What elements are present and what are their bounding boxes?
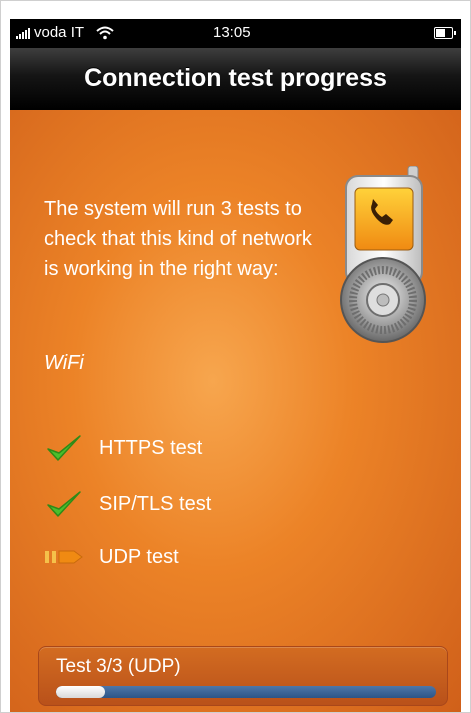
secure-phone-illustration-icon <box>340 166 426 343</box>
check-icon <box>44 488 84 520</box>
network-type-label: WiFi <box>44 352 84 374</box>
test-label: HTTPS test <box>99 436 203 459</box>
test-label: SIP/TLS test <box>99 492 212 515</box>
status-bar: voda IT 13:05 <box>10 19 461 48</box>
signal-strength-icon <box>16 27 30 39</box>
navigation-bar: Connection test progress <box>10 48 461 110</box>
progress-label: Test 3/3 (UDP) <box>56 656 181 677</box>
in-progress-arrow-icon <box>44 541 84 573</box>
battery-icon <box>434 27 456 39</box>
phone-screen: voda IT 13:05 Connection test progress T… <box>10 19 461 712</box>
test-label: UDP test <box>99 545 179 568</box>
progress-bar-fill <box>56 686 106 698</box>
test-content: The system will run 3 tests to check tha… <box>10 110 461 712</box>
test-item-sip-tls: SIP/TLS test <box>44 488 211 520</box>
progress-bar <box>56 686 436 698</box>
test-description: The system will run 3 tests to check tha… <box>44 198 312 280</box>
check-icon <box>44 432 84 464</box>
test-item-udp: UDP test <box>44 541 179 573</box>
progress-panel: Test 3/3 (UDP) <box>38 646 448 706</box>
wifi-icon <box>96 26 114 39</box>
page-title: Connection test progress <box>84 64 387 92</box>
test-item-https: HTTPS test <box>44 432 202 464</box>
carrier-info: voda IT <box>16 24 114 41</box>
clock: 13:05 <box>213 24 251 41</box>
carrier-name: voda IT <box>34 24 85 41</box>
